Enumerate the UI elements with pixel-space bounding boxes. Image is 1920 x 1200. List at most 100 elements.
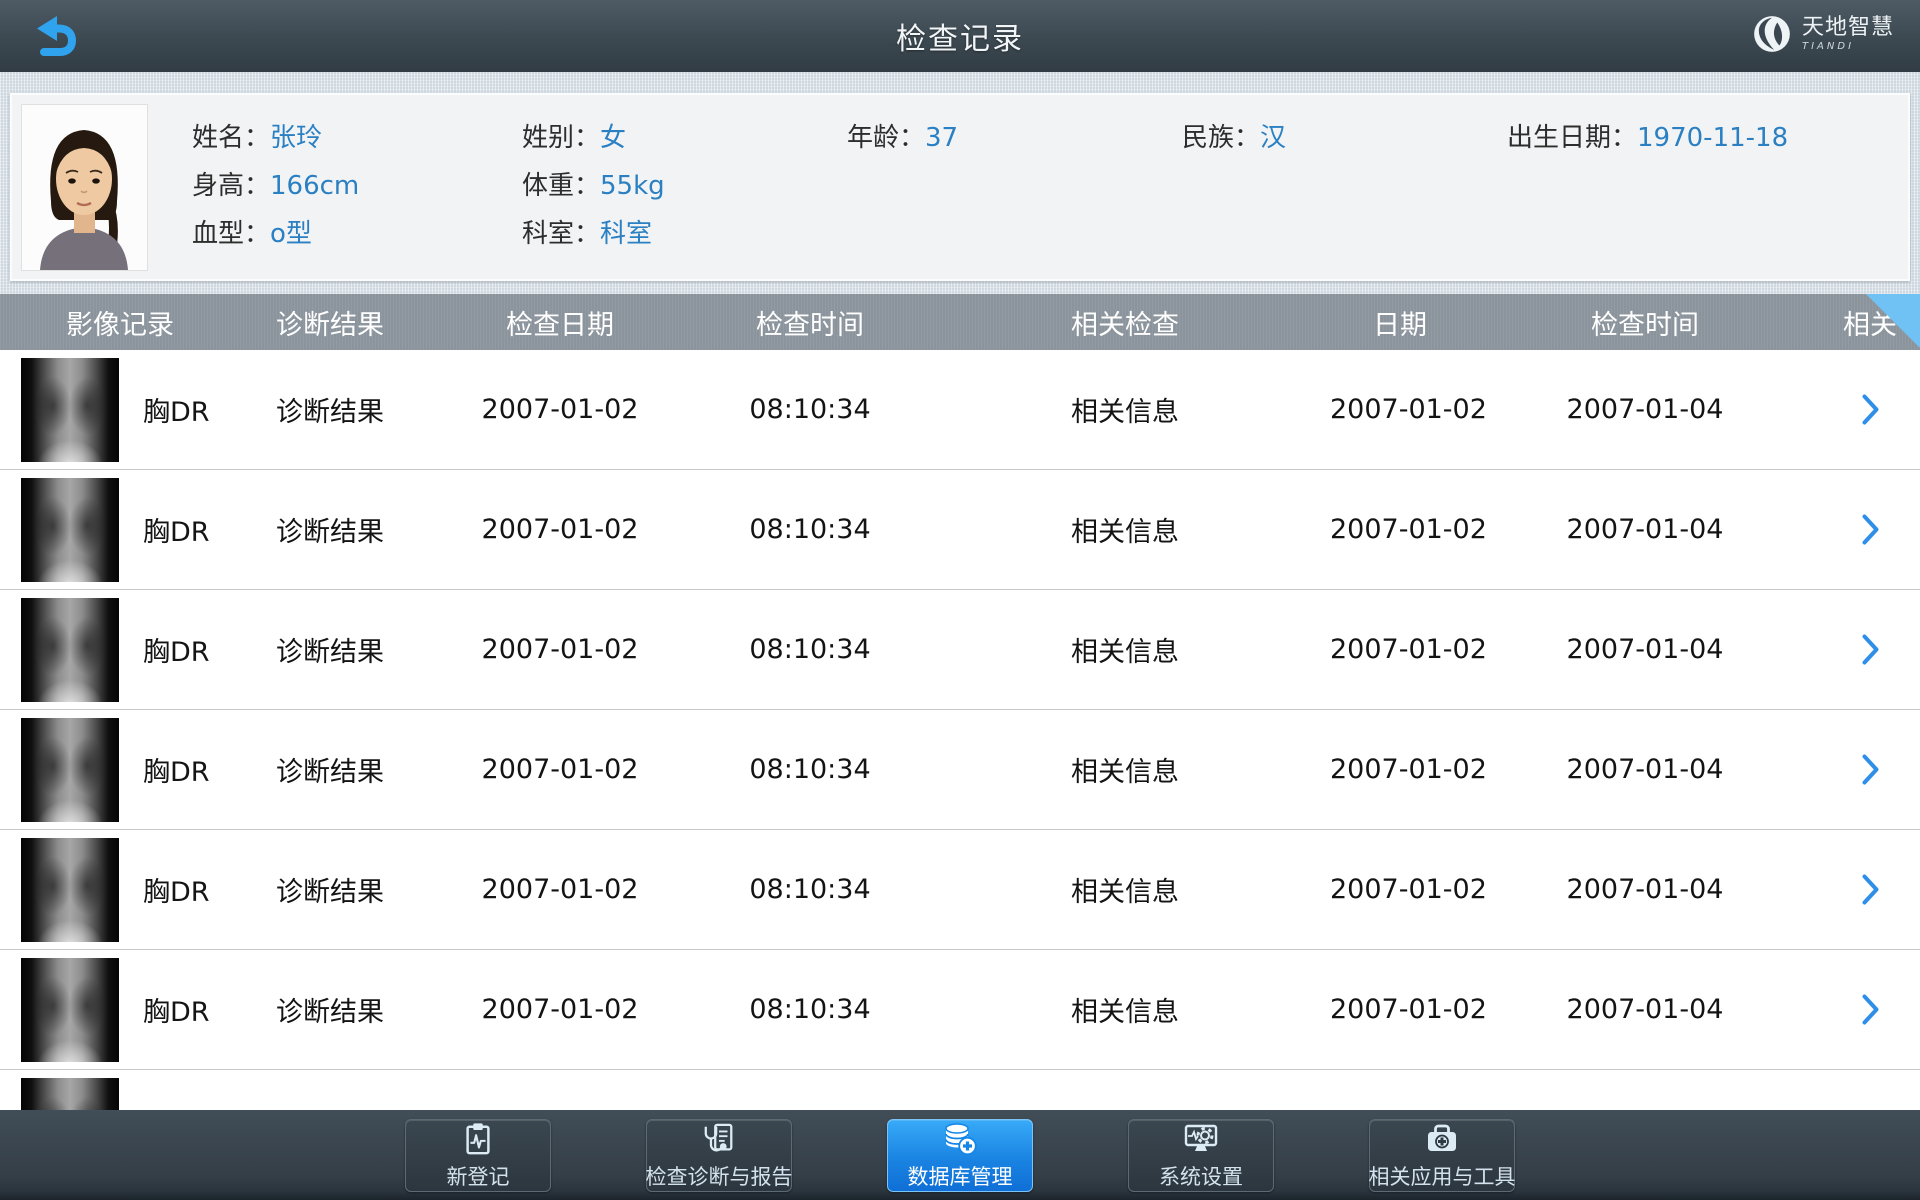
table-row[interactable]: 胸DR 诊断结果 2007-01-02 08:10:34 相关信息 2007-0… — [0, 830, 1920, 950]
patient-field-col-5: 出生日期：1970-11-18 — [1507, 104, 1908, 270]
stethoscope-report-icon — [702, 1121, 736, 1158]
row-detail-button[interactable] — [1820, 394, 1920, 425]
patient-weight-field: 体重：55kg — [522, 169, 847, 204]
patient-fields: 姓名：张玲 身高：166cm 血型：o型 姓别：女 体重：55kg 科室：科室 … — [192, 104, 1908, 270]
table-row[interactable]: 胸DR 诊断结果 2007-01-02 08:10:34 相关信息 2007-0… — [0, 590, 1920, 710]
field-label: 姓名： — [192, 123, 270, 153]
modality-label: 胸DR — [143, 390, 210, 429]
related-info-cell: 相关信息 — [920, 990, 1330, 1029]
field-value: 汉 — [1260, 123, 1286, 153]
database-medical-icon — [942, 1121, 978, 1158]
diagnosis-cell: 诊断结果 — [240, 630, 420, 669]
modality-label: 胸DR — [143, 630, 210, 669]
back-button[interactable] — [28, 12, 80, 60]
field-value: 166cm — [270, 171, 359, 201]
nav-button-new-registration[interactable]: 新登记 — [405, 1119, 551, 1192]
field-label: 血型： — [192, 219, 270, 249]
exam-date-cell: 2007-01-02 — [420, 874, 700, 905]
row-image-cell: 胸DR — [0, 350, 240, 469]
monitor-gear-icon — [1183, 1121, 1219, 1158]
row-image-cell: 胸DR — [0, 950, 240, 1069]
brand-subname: TIANDI — [1802, 42, 1894, 52]
chevron-right-icon — [1862, 754, 1879, 785]
table-row[interactable]: 胸DR 诊断结果 2007-01-02 08:10:34 相关信息 2007-0… — [0, 350, 1920, 470]
patient-bloodtype-field: 血型：o型 — [192, 217, 522, 252]
related-time-cell: 2007-01-04 — [1470, 994, 1820, 1025]
table-row[interactable]: 胸DR 诊断结果 2007-01-02 08:10:34 相关信息 2007-0… — [0, 950, 1920, 1070]
field-value: 1970-11-18 — [1637, 123, 1788, 153]
exam-time-cell: 08:10:34 — [700, 634, 920, 665]
nav-button-database-management[interactable]: 数据库管理 — [887, 1119, 1033, 1192]
related-info-cell: 相关信息 — [920, 750, 1330, 789]
nav-button-exam-diagnosis-report[interactable]: 检查诊断与报告 — [646, 1119, 792, 1192]
brand-name: 天地智慧 — [1802, 17, 1894, 39]
related-date-cell: 2007-01-02 — [1330, 634, 1470, 665]
table-row[interactable]: 胸DR 诊断结果 2007-01-02 08:10:34 相关信息 2007-0… — [0, 710, 1920, 830]
field-label: 民族： — [1182, 123, 1260, 153]
bottom-nav-bar: 新登记 检查诊断与报告 — [0, 1110, 1920, 1200]
related-date-cell: 2007-01-02 — [1330, 394, 1470, 425]
header-corner-fold[interactable] — [1866, 294, 1920, 348]
chevron-right-icon — [1862, 634, 1879, 665]
nav-button-related-apps-tools[interactable]: 相关应用与工具 — [1369, 1119, 1515, 1192]
patient-field-col-1: 姓名：张玲 身高：166cm 血型：o型 — [192, 104, 522, 270]
row-detail-button[interactable] — [1820, 874, 1920, 905]
xray-thumbnail — [21, 718, 119, 822]
chevron-right-icon — [1862, 514, 1879, 545]
diagnosis-cell: 诊断结果 — [240, 870, 420, 909]
chevron-right-icon — [1862, 394, 1879, 425]
exam-date-cell: 2007-01-02 — [420, 394, 700, 425]
field-value: 科室 — [600, 219, 652, 249]
related-time-cell: 2007-01-04 — [1470, 394, 1820, 425]
exam-date-cell: 2007-01-02 — [420, 994, 700, 1025]
field-label: 出生日期： — [1507, 123, 1637, 153]
patient-department-field: 科室：科室 — [522, 217, 847, 252]
patient-card: 姓名：张玲 身高：166cm 血型：o型 姓别：女 体重：55kg 科室：科室 … — [10, 93, 1910, 281]
related-info-cell: 相关信息 — [920, 870, 1330, 909]
patient-photo — [21, 104, 148, 271]
related-date-cell: 2007-01-02 — [1330, 514, 1470, 545]
row-image-cell: 胸DR — [0, 470, 240, 589]
related-time-cell: 2007-01-04 — [1470, 874, 1820, 905]
field-value: 女 — [600, 123, 626, 153]
related-time-cell: 2007-01-04 — [1470, 514, 1820, 545]
nav-button-label: 系统设置 — [1159, 1161, 1243, 1191]
back-arrow-icon — [31, 15, 77, 57]
header-image-record: 影像记录 — [0, 303, 240, 342]
related-date-cell: 2007-01-02 — [1330, 994, 1470, 1025]
row-image-cell: 胸DR — [0, 710, 240, 829]
clipboard-pulse-icon — [461, 1121, 495, 1158]
row-detail-button[interactable] — [1820, 634, 1920, 665]
row-image-cell: 胸DR — [0, 830, 240, 949]
diagnosis-cell: 诊断结果 — [240, 510, 420, 549]
nav-button-label: 相关应用与工具 — [1369, 1161, 1516, 1191]
field-label: 科室： — [522, 219, 600, 249]
field-label: 年龄： — [847, 123, 925, 153]
header-exam-time: 检查时间 — [700, 303, 920, 342]
nav-button-system-settings[interactable]: 系统设置 — [1128, 1119, 1274, 1192]
table-row[interactable]: 胸DR 诊断结果 2007-01-02 08:10:34 相关信息 2007-0… — [0, 470, 1920, 590]
row-detail-button[interactable] — [1820, 514, 1920, 545]
field-label: 姓别： — [522, 123, 600, 153]
exam-date-cell: 2007-01-02 — [420, 634, 700, 665]
exam-time-cell: 08:10:34 — [700, 514, 920, 545]
diagnosis-cell: 诊断结果 — [240, 750, 420, 789]
patient-gender-field: 姓别：女 — [522, 121, 847, 156]
related-date-cell: 2007-01-02 — [1330, 754, 1470, 785]
table-header: 影像记录 诊断结果 检查日期 检查时间 相关检查 日期 检查时间 相关 — [0, 294, 1920, 350]
patient-height-field: 身高：166cm — [192, 169, 522, 204]
header-diagnosis: 诊断结果 — [240, 303, 420, 342]
modality-label: 胸DR — [143, 870, 210, 909]
patient-age-field: 年龄：37 — [847, 121, 1182, 156]
patient-field-col-4: 民族：汉 — [1182, 104, 1507, 270]
diagnosis-cell: 诊断结果 — [240, 990, 420, 1029]
row-detail-button[interactable] — [1820, 754, 1920, 785]
xray-thumbnail — [21, 478, 119, 582]
row-detail-button[interactable] — [1820, 994, 1920, 1025]
patient-field-col-3: 年龄：37 — [847, 104, 1182, 270]
exam-date-cell: 2007-01-02 — [420, 514, 700, 545]
top-bar: 检查记录 天地智慧 TIANDI — [0, 0, 1920, 72]
field-value: 37 — [925, 123, 958, 153]
xray-thumbnail — [21, 958, 119, 1062]
patient-name-field: 姓名：张玲 — [192, 121, 522, 156]
